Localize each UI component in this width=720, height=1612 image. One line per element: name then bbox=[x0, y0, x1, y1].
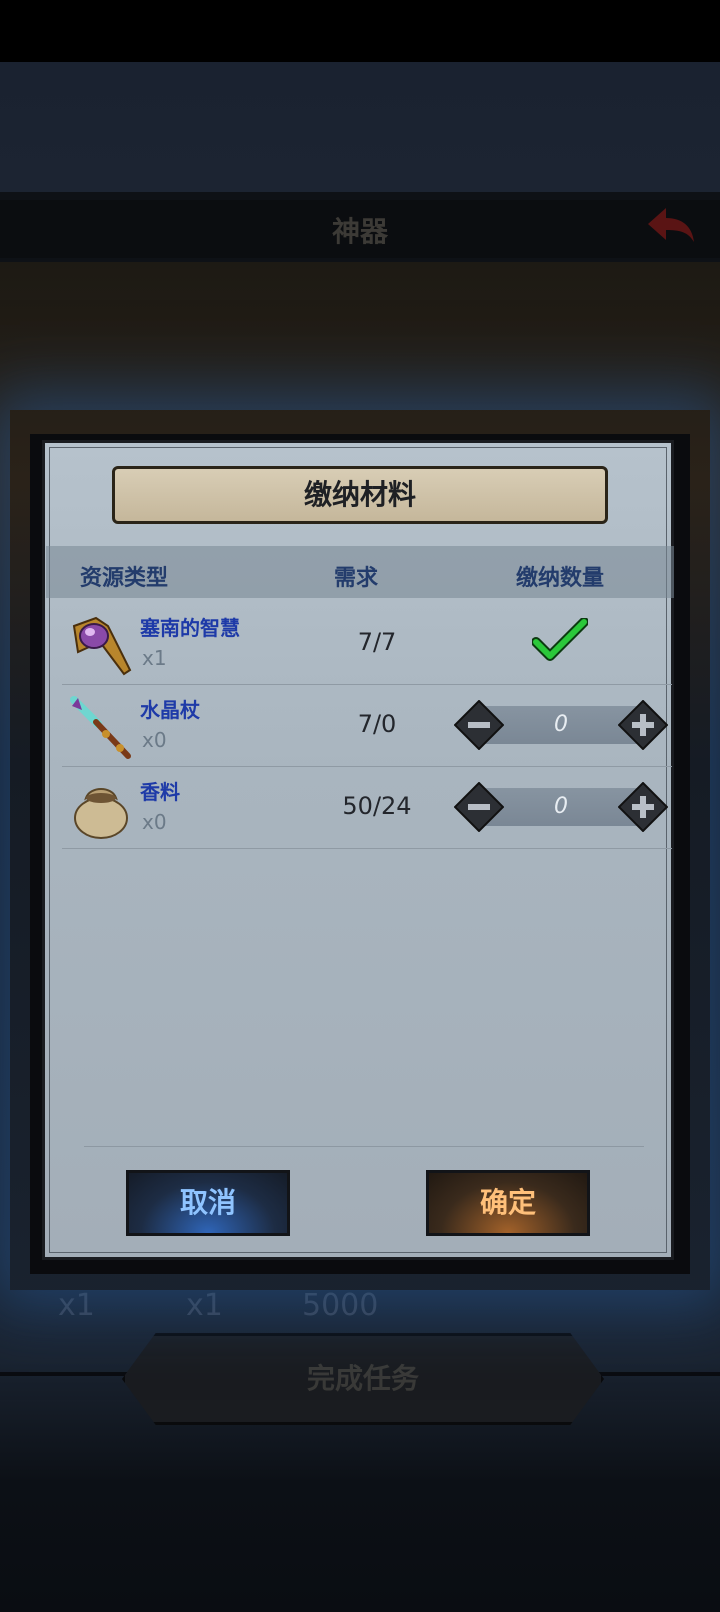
quantity-stepper: 0 bbox=[454, 782, 668, 832]
item-required: 7/0 bbox=[357, 710, 397, 738]
item-owned-count: x0 bbox=[142, 810, 167, 834]
item-name: 塞南的智慧 bbox=[140, 616, 240, 640]
increment-button[interactable] bbox=[618, 782, 668, 832]
item-required: 50/24 bbox=[342, 792, 412, 820]
back-arrow-icon[interactable] bbox=[644, 206, 696, 246]
background-count-3: 5000 bbox=[302, 1288, 379, 1323]
table-row: 水晶杖 x0 7/0 0 bbox=[62, 684, 672, 767]
check-icon bbox=[532, 618, 588, 661]
item-owned-count: x0 bbox=[142, 728, 167, 752]
decrement-button[interactable] bbox=[454, 700, 504, 750]
item-owned-count: x1 bbox=[142, 646, 167, 670]
crystal-staff-icon bbox=[70, 696, 131, 759]
table-row: 塞南的智慧 x1 7/7 bbox=[62, 602, 672, 685]
ornate-mace-icon bbox=[72, 616, 132, 676]
quantity-stepper: 0 bbox=[454, 700, 668, 750]
column-required: 需求 bbox=[334, 566, 379, 591]
status-bar bbox=[0, 0, 720, 62]
background-count-1: x1 bbox=[58, 1288, 95, 1323]
increment-button[interactable] bbox=[618, 700, 668, 750]
footer-divider bbox=[84, 1146, 644, 1147]
complete-task-button: 完成任务 bbox=[122, 1333, 604, 1425]
item-name: 水晶杖 bbox=[140, 698, 200, 722]
column-submit-count: 缴纳数量 bbox=[516, 566, 605, 591]
dialog-title: 缴纳材料 bbox=[112, 466, 608, 524]
decrement-button[interactable] bbox=[454, 782, 504, 832]
table-row: 香料 x0 50/24 0 bbox=[62, 766, 672, 849]
background-title: 神器 bbox=[331, 215, 388, 248]
item-required: 7/7 bbox=[357, 628, 397, 656]
column-resource-type: 资源类型 bbox=[80, 566, 169, 591]
confirm-button[interactable]: 确定 bbox=[426, 1170, 590, 1236]
spice-bag-icon bbox=[74, 788, 128, 839]
cancel-button[interactable]: 取消 bbox=[126, 1170, 290, 1236]
background-count-2: x1 bbox=[186, 1288, 223, 1323]
item-name: 香料 bbox=[140, 780, 180, 804]
